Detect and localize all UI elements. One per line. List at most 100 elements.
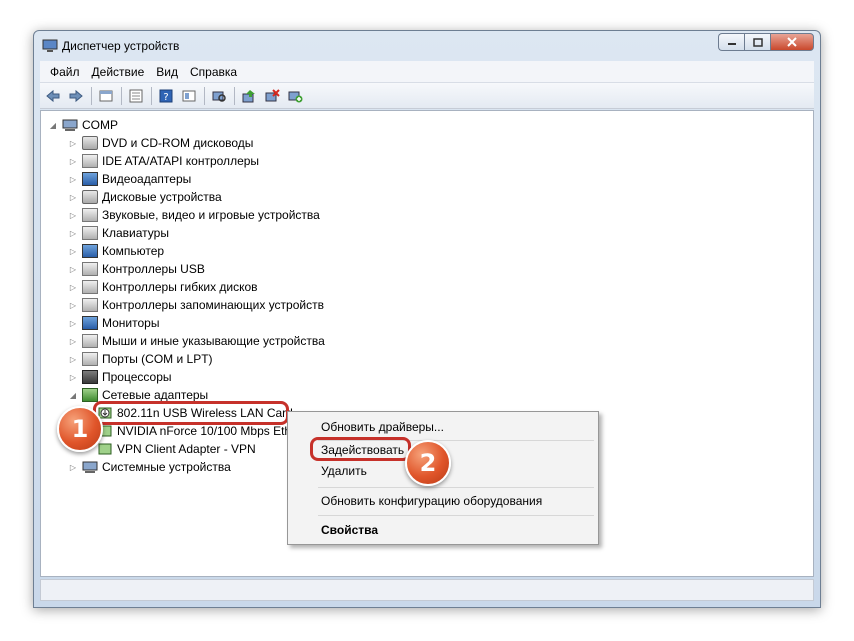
close-button[interactable] [770, 33, 814, 51]
toolbar-separator [91, 86, 92, 105]
tree-item[interactable]: ▷ Мониторы [68, 314, 159, 332]
tree-item-label: IDE ATA/ATAPI контроллеры [102, 154, 260, 168]
toolbar-separator [121, 86, 122, 105]
tree-item[interactable]: ▷ Мыши и иные указывающие устройства [68, 332, 325, 350]
keyboard-icon [82, 226, 98, 240]
window-title: Диспетчер устройств [62, 39, 180, 53]
tree-item[interactable]: ▷ Клавиатуры [68, 224, 169, 242]
menu-view[interactable]: Вид [150, 61, 184, 83]
step-badge-2: 2 [405, 440, 451, 486]
tree-item-label: Видеоадаптеры [102, 172, 192, 186]
menu-delete[interactable]: Удалить [321, 462, 367, 480]
step-badge-1: 1 [57, 406, 103, 452]
tree-item-label: Компьютер [102, 244, 165, 258]
forward-button[interactable] [65, 86, 87, 106]
menu-separator [318, 515, 594, 516]
help-button[interactable]: ? [155, 86, 177, 106]
tree-item-label: Мониторы [102, 316, 160, 330]
status-bar [40, 579, 814, 601]
enable-device-button[interactable] [284, 86, 306, 106]
expand-arrow-icon[interactable]: ▷ [68, 193, 78, 202]
sound-icon [82, 208, 98, 222]
disk-drive-icon [82, 190, 98, 204]
toolbar-separator [204, 86, 205, 105]
collapse-arrow-icon[interactable]: ◢ [68, 391, 78, 400]
menu-action[interactable]: Действие [86, 61, 151, 83]
expand-arrow-icon[interactable]: ▷ [68, 301, 78, 310]
menu-update-drivers[interactable]: Обновить драйверы... [321, 418, 444, 436]
expand-arrow-icon[interactable]: ▷ [68, 355, 78, 364]
expand-arrow-icon[interactable]: ▷ [68, 283, 78, 292]
floppy-controller-icon [82, 280, 98, 294]
tree-child-vpn[interactable]: VPN Client Adapter - VPN [87, 440, 256, 458]
maximize-button[interactable] [744, 33, 770, 51]
expand-arrow-icon[interactable]: ▷ [68, 229, 78, 238]
menu-file[interactable]: Файл [44, 61, 86, 83]
network-adapter-icon [82, 388, 98, 402]
tree-item-label: DVD и CD-ROM дисководы [102, 136, 254, 150]
expand-arrow-icon[interactable]: ▷ [68, 157, 78, 166]
tree-item[interactable]: ▷ DVD и CD-ROM дисководы [68, 134, 253, 152]
close-icon [787, 37, 797, 47]
vpn-adapter-label: VPN Client Adapter - VPN [117, 442, 256, 456]
tree-item[interactable]: ▷ Звуковые, видео и игровые устройства [68, 206, 320, 224]
update-driver-icon [242, 89, 255, 102]
display-adapter-icon [82, 172, 98, 186]
back-button[interactable] [42, 86, 64, 106]
view-icon [182, 90, 196, 101]
tree-item-label: Звуковые, видео и игровые устройства [102, 208, 320, 222]
tree-item[interactable]: ▷ Процессоры [68, 368, 172, 386]
properties-icon [99, 90, 113, 101]
tree-item-label: Процессоры [102, 370, 172, 384]
view-button[interactable] [178, 86, 200, 106]
expand-arrow-icon[interactable]: ▷ [68, 247, 78, 256]
system-devices-label: Системные устройства [102, 460, 231, 474]
tree-item[interactable]: ▷ Контроллеры гибких дисков [68, 278, 258, 296]
expand-arrow-icon[interactable]: ▷ [68, 337, 78, 346]
tree-item[interactable]: ▷ IDE ATA/ATAPI контроллеры [68, 152, 259, 170]
expand-arrow-icon[interactable]: ▷ [68, 175, 78, 184]
title-bar[interactable]: Диспетчер устройств [34, 31, 820, 61]
menu-scan-hardware[interactable]: Обновить конфигурацию оборудования [321, 492, 542, 510]
enable-device-icon [288, 91, 303, 102]
ide-controller-icon [82, 154, 98, 168]
menu-separator [318, 487, 594, 488]
tree-item[interactable]: ▷ Контроллеры запоминающих устройств [68, 296, 324, 314]
expand-arrow-icon[interactable]: ▷ [68, 373, 78, 382]
properties-view-button[interactable] [95, 86, 117, 106]
processor-icon [82, 370, 98, 384]
computer-icon [62, 119, 78, 131]
expand-arrow-icon[interactable]: ▷ [68, 139, 78, 148]
back-icon [46, 89, 60, 102]
expand-arrow-icon[interactable]: ▷ [68, 265, 78, 274]
menu-properties[interactable]: Свойства [321, 521, 378, 539]
expand-arrow-icon[interactable]: ▷ [68, 319, 78, 328]
minimize-button[interactable] [718, 33, 744, 51]
expand-arrow-icon[interactable]: ▷ [68, 211, 78, 220]
toolbar: ? [40, 83, 814, 109]
tree-item-label: Клавиатуры [102, 226, 169, 240]
wireless-highlight [93, 401, 289, 425]
uninstall-button[interactable] [261, 86, 283, 106]
update-driver-button[interactable] [238, 86, 260, 106]
tree-root[interactable]: ◢ COMP [48, 116, 118, 134]
show-hidden-button[interactable] [125, 86, 147, 106]
collapse-arrow-icon[interactable]: ◢ [48, 121, 58, 130]
tree-item-label: Контроллеры запоминающих устройств [102, 298, 324, 312]
menu-help[interactable]: Справка [184, 61, 243, 83]
tree-item[interactable]: ▷ Компьютер [68, 242, 164, 260]
enable-highlight [310, 437, 411, 461]
svg-text:?: ? [163, 92, 168, 103]
tree-item[interactable]: ▷ Дисковые устройства [68, 188, 222, 206]
mouse-icon [82, 334, 98, 348]
tree-item-system[interactable]: ▷ Системные устройства [68, 458, 231, 476]
tree-item-label: Дисковые устройства [102, 190, 222, 204]
tree-item[interactable]: ▷ Контроллеры USB [68, 260, 205, 278]
scan-hardware-icon [212, 91, 226, 102]
expand-arrow-icon[interactable]: ▷ [68, 463, 78, 472]
scan-hardware-button[interactable] [208, 86, 230, 106]
storage-controller-icon [82, 298, 98, 312]
tree-item[interactable]: ▷ Порты (COM и LPT) [68, 350, 213, 368]
tree-item[interactable]: ▷ Видеоадаптеры [68, 170, 191, 188]
menu-bar: Файл Действие Вид Справка [40, 61, 814, 83]
